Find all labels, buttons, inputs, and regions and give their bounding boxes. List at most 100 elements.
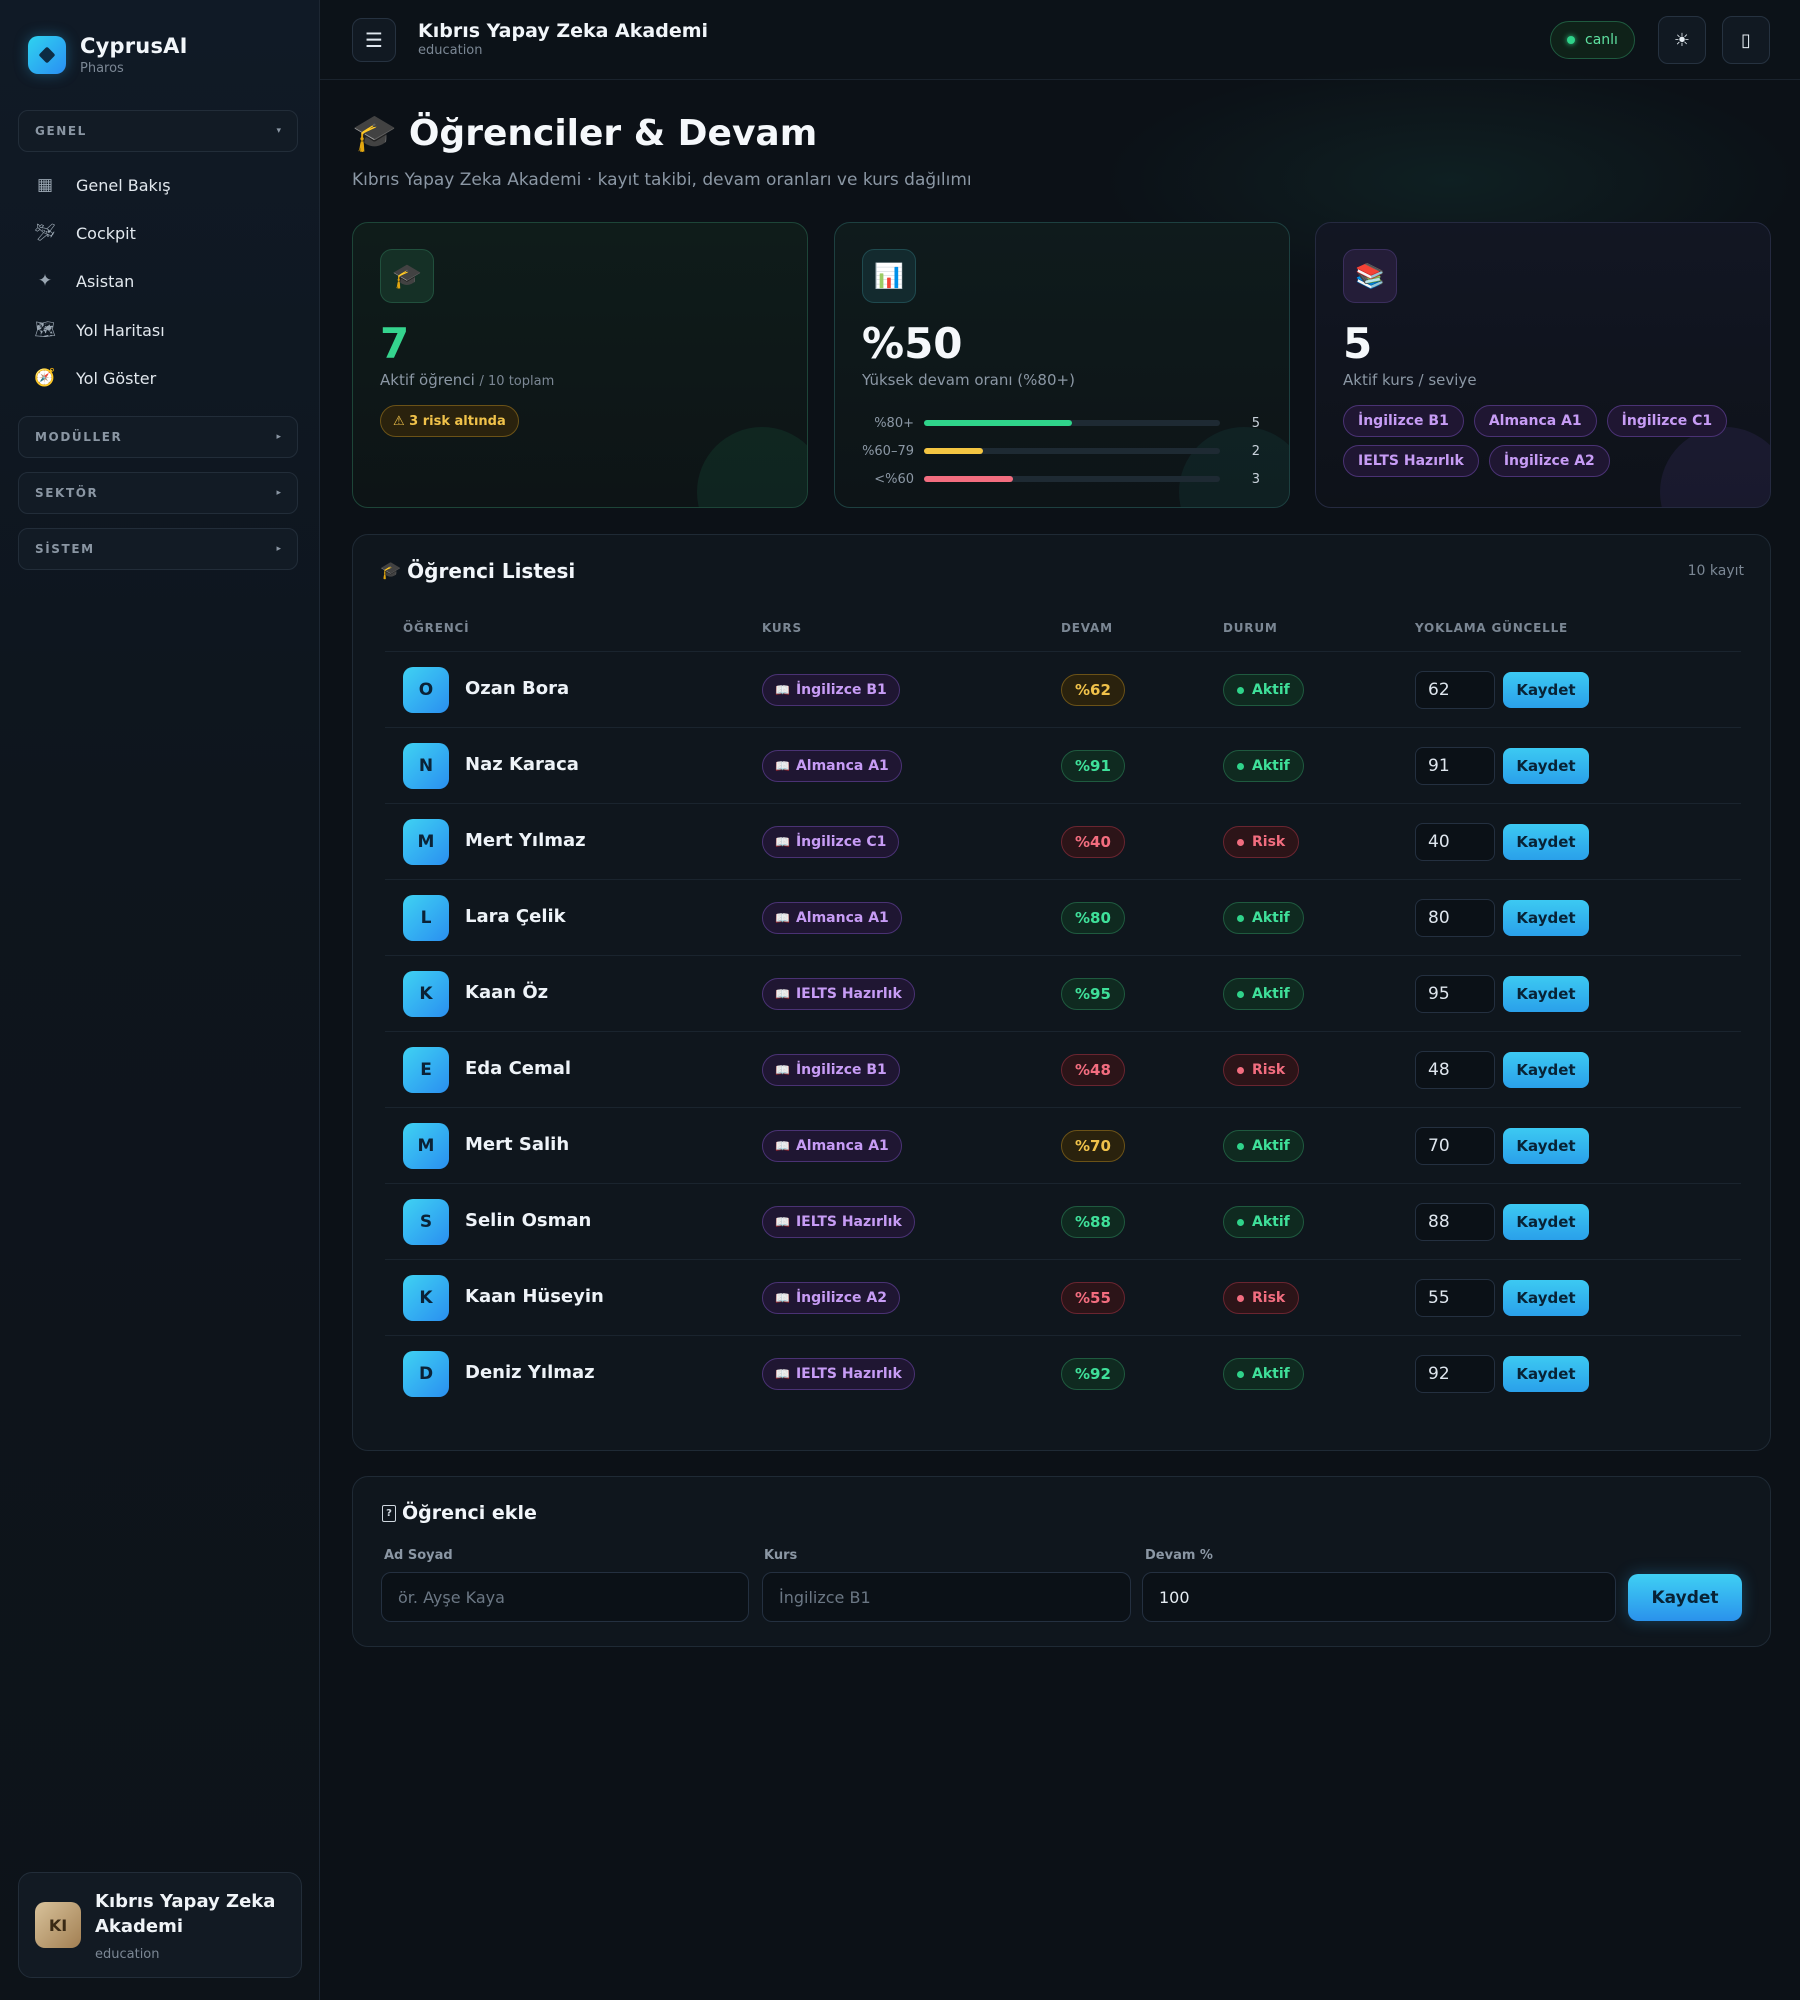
save-attendance-button[interactable]: Kaydet — [1503, 1204, 1589, 1240]
save-attendance-button[interactable]: Kaydet — [1503, 1280, 1589, 1316]
stat-label: Aktif öğrenci / 10 toplam — [380, 371, 554, 389]
status-dot-icon — [1237, 838, 1244, 846]
nav-group-genel[interactable]: GENEL ▾ — [18, 110, 298, 152]
device-icon[interactable]: ▯ — [1722, 16, 1770, 64]
save-attendance-button[interactable]: Kaydet — [1503, 1052, 1589, 1088]
table-row: M Mert Salih 📖 Almanca A1 %70 Aktif Kaydet — [385, 1107, 1741, 1183]
attendance-badge: %70 — [1061, 1130, 1125, 1162]
attendance-update-input[interactable] — [1415, 1127, 1495, 1165]
menu-icon[interactable]: ☰ — [352, 18, 396, 62]
book-icon: 📖 — [775, 1291, 790, 1305]
attendance-update-input[interactable] — [1415, 899, 1495, 937]
course-chip[interactable]: İngilizce C1 — [1606, 405, 1728, 437]
course-input[interactable] — [762, 1572, 1131, 1622]
page-title-text: Öğrenciler & Devam — [408, 112, 818, 154]
nav-group-sistem[interactable]: SİSTEM ▸ — [18, 528, 298, 570]
distribution-bar — [924, 476, 1013, 482]
status-label: Aktif — [1252, 758, 1290, 774]
sidebar-item-yol-goster[interactable]: 🧭 Yol Göster — [32, 360, 156, 396]
attendance-update-input[interactable] — [1415, 823, 1495, 861]
table-row: S Selin Osman 📖 IELTS Hazırlık %88 Aktif Kayde… — [385, 1183, 1741, 1259]
save-attendance-button[interactable]: Kaydet — [1503, 976, 1589, 1012]
sidebar-item-genel-bakis[interactable]: ▦ Genel Bakış — [32, 167, 171, 203]
name-input[interactable] — [381, 1572, 749, 1622]
sidebar: CyprusAI Pharos GENEL ▾ ▦ Genel Bakış 🛩 … — [0, 0, 320, 2000]
status-badge: Risk — [1223, 826, 1300, 858]
attendance-badge: %40 — [1061, 826, 1125, 858]
nav-group-moduller[interactable]: MODÜLLER ▸ — [18, 416, 298, 458]
avatar: K — [403, 1275, 449, 1321]
stat-label: Yüksek devam oranı (%80+) — [862, 371, 1075, 389]
org-card[interactable]: KI Kıbrıs Yapay Zeka Akademi education — [18, 1872, 302, 1978]
save-attendance-button[interactable]: Kaydet — [1503, 900, 1589, 936]
course-badge-label: Almanca A1 — [795, 1138, 889, 1154]
course-chip[interactable]: IELTS Hazırlık — [1343, 445, 1479, 477]
course-badge-label: İngilizce B1 — [795, 682, 887, 698]
attendance-update-input[interactable] — [1415, 975, 1495, 1013]
course-badge: 📖 IELTS Hazırlık — [762, 978, 915, 1010]
save-attendance-button[interactable]: Kaydet — [1503, 672, 1589, 708]
save-attendance-button[interactable]: Kaydet — [1503, 1356, 1589, 1392]
course-badge-label: IELTS Hazırlık — [795, 1366, 902, 1382]
course-badge: 📖 Almanca A1 — [762, 750, 902, 782]
status-label: Aktif — [1252, 986, 1290, 1002]
sidebar-item-asistan[interactable]: ✦ Asistan — [32, 263, 134, 299]
distribution-track — [924, 448, 1220, 454]
distribution-row: %80+ 5 — [862, 409, 1262, 437]
stat-card-courses: 📚 5 Aktif kurs / seviye İngilizce B1 Alm… — [1315, 222, 1771, 508]
sidebar-item-label: Yol Göster — [76, 368, 157, 388]
sidebar-item-cockpit[interactable]: 🛩 Cockpit — [32, 215, 136, 251]
student-name: Selin Osman — [465, 1210, 592, 1231]
sidebar-item-yol-haritasi[interactable]: 🗺 Yol Haritası — [32, 312, 164, 348]
save-attendance-button[interactable]: Kaydet — [1503, 824, 1589, 860]
stat-card-active-students: 🎓 7 Aktif öğrenci / 10 toplam ⚠ 3 risk a… — [352, 222, 808, 508]
distribution-label: %80+ — [874, 415, 914, 431]
attendance-update-input[interactable] — [1415, 747, 1495, 785]
attendance-input[interactable] — [1142, 1572, 1616, 1622]
book-icon: 📖 — [775, 1139, 790, 1153]
column-header-status: DURUM — [1223, 621, 1278, 635]
attendance-label: Devam % — [1145, 1548, 1213, 1563]
save-attendance-button[interactable]: Kaydet — [1503, 748, 1589, 784]
status-label: Aktif — [1252, 1138, 1290, 1154]
attendance-distribution: %80+ 5 %60–79 2 <%60 3 — [862, 409, 1262, 493]
attendance-update-input[interactable] — [1415, 1279, 1495, 1317]
course-chip[interactable]: İngilizce A2 — [1488, 445, 1610, 477]
attendance-update-input[interactable] — [1415, 1355, 1495, 1393]
student-name: Kaan Öz — [465, 982, 549, 1003]
add-student-title: ? Öğrenci ekle — [382, 1502, 537, 1524]
theme-toggle-icon[interactable]: ☀ — [1658, 16, 1706, 64]
nav-group-sektor[interactable]: SEKTÖR ▸ — [18, 472, 298, 514]
course-badge: 📖 IELTS Hazırlık — [762, 1206, 915, 1238]
brand-name: CyprusAI — [80, 34, 188, 58]
attendance-badge: %80 — [1061, 902, 1125, 934]
course-badge: 📖 İngilizce B1 — [762, 674, 900, 706]
course-badge-label: İngilizce C1 — [795, 834, 887, 850]
attendance-update-input[interactable] — [1415, 1051, 1495, 1089]
status-label: Risk — [1252, 1290, 1286, 1306]
book-icon: 📖 — [775, 911, 790, 925]
student-name: Mert Yılmaz — [465, 830, 586, 851]
course-badge: 📖 Almanca A1 — [762, 902, 902, 934]
chevron-right-icon: ▸ — [276, 488, 281, 498]
risk-badge: ⚠ 3 risk altında — [380, 405, 519, 437]
course-chip[interactable]: İngilizce B1 — [1343, 405, 1464, 437]
avatar: M — [403, 819, 449, 865]
live-dot-icon — [1567, 36, 1575, 44]
attendance-update-input[interactable] — [1415, 671, 1495, 709]
compass-icon: 🧭 — [34, 368, 56, 388]
list-count: 10 kayıt — [1687, 563, 1744, 579]
save-attendance-button[interactable]: Kaydet — [1503, 1128, 1589, 1164]
brand-sub: Pharos — [80, 61, 124, 76]
status-dot-icon — [1237, 686, 1244, 694]
attendance-update-input[interactable] — [1415, 1203, 1495, 1241]
sparkle-icon: ✦ — [37, 271, 53, 291]
book-icon: 📖 — [775, 683, 790, 697]
brand-logo-icon — [28, 36, 66, 74]
status-badge: Aktif — [1223, 978, 1304, 1010]
nav-group-label: GENEL — [35, 124, 87, 138]
add-student-save-button[interactable]: Kaydet — [1628, 1574, 1742, 1621]
list-title: 🎓 Öğrenci Listesi — [380, 559, 575, 583]
brand[interactable]: CyprusAI Pharos — [28, 34, 188, 76]
course-chip[interactable]: Almanca A1 — [1473, 405, 1597, 437]
